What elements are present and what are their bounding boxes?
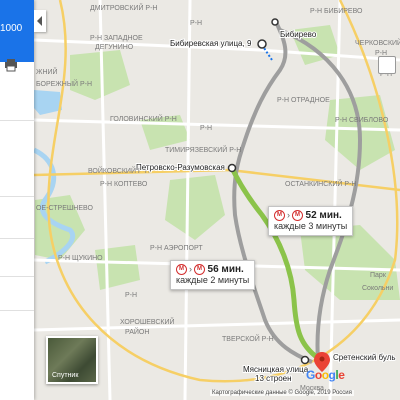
stop-label: Петровско-Разумовская [136, 163, 225, 172]
print-icon[interactable] [4, 58, 22, 76]
district-label: Р-Н ЩУКИНО [58, 255, 103, 262]
divider [0, 120, 34, 121]
panel-header: 1000 [0, 0, 34, 62]
stop-label: Бибирево [280, 30, 317, 39]
district-label: ТИМИРЯЗЕВСКИЙ Р-Н [165, 145, 241, 154]
district-label: ТВЕРСКОЙ Р-Н [222, 334, 274, 343]
metro-icon: М [176, 264, 187, 276]
district-label: РАЙОН [125, 327, 149, 336]
district-label: ДЕГУНИНО [95, 44, 134, 51]
arrow-icon: › [189, 264, 192, 274]
district-label: Парк [370, 272, 387, 279]
origin-marker [257, 39, 267, 49]
district-label: Р-Н [125, 292, 137, 299]
district-label: Р-Н [190, 20, 202, 27]
collapse-panel-button[interactable] [34, 10, 46, 32]
route-time: 56 мин. [207, 264, 244, 275]
metro-icon: М [292, 210, 303, 222]
district-label: ДМИТРОВСКИЙ Р-Н [90, 3, 157, 12]
district-label: Р-Н АЭРОПОРТ [150, 245, 203, 252]
district-label: ОЕ-СТРЕШНЕВО [36, 205, 93, 212]
district-label: ЧЕРКОВСКИЙ [355, 38, 400, 47]
route-option-1[interactable]: М › М 52 мин. каждые 3 минуты [268, 206, 354, 237]
district-label: ГОЛОВИНСКИЙ Р-Н [110, 114, 177, 123]
district-label: БОРЕЖНЫЙ Р-Н [36, 79, 92, 88]
arrow-icon: › [287, 210, 290, 220]
district-label: ОСТАНКИНСКИЙ Р-Н [285, 179, 356, 188]
district-label: ЖНИЙ [36, 67, 58, 76]
district-label: Сокольни [362, 285, 393, 292]
divider [0, 196, 34, 197]
directions-panel: 1000 [0, 0, 34, 400]
district-label: Р-Н СВИБЛОВО [335, 117, 389, 124]
route-frequency: каждые 2 минуты [176, 275, 250, 286]
destination-label: Сретенский буль [333, 353, 396, 362]
attribution[interactable]: Картографические данные © Google, 2019 Р… [210, 390, 354, 396]
metro-icon: М [194, 264, 205, 276]
route-option-2[interactable]: М › М 56 мин. каждые 2 минуты [170, 260, 256, 291]
divider [0, 310, 34, 311]
header-text: 1000 [0, 23, 23, 34]
satellite-toggle[interactable]: Спутник [46, 336, 98, 384]
district-label: Р-Н ЗАПАДНОЕ [90, 35, 143, 42]
divider [0, 238, 34, 239]
stop-label: Мясницкая улица, [243, 365, 310, 374]
origin-label: Бибиревская улица, 9 [170, 39, 252, 48]
stop-label: 13 строен [255, 374, 292, 383]
metro-icon: М [274, 210, 285, 222]
transit-toggle-icon[interactable] [378, 56, 396, 74]
bibirevo-stop [271, 18, 279, 26]
divider [0, 276, 34, 277]
satellite-label: Спутник [52, 372, 79, 379]
chevron-left-icon [37, 16, 42, 26]
route-time: 52 мин. [305, 210, 342, 221]
district-label: ХОРОШЕВСКИЙ [120, 317, 175, 326]
district-label: Р-Н ОТРАДНОЕ [277, 97, 330, 104]
arrival-stop [300, 355, 310, 365]
district-label: Р-Н КОПТЕВО [100, 181, 148, 188]
district-label: Р-Н [200, 125, 212, 132]
route-frequency: каждые 3 минуты [274, 221, 348, 232]
google-logo: Google [306, 368, 345, 382]
transfer-stop [227, 163, 237, 173]
district-label: Р-Н БИБИРЕВО [310, 8, 363, 15]
